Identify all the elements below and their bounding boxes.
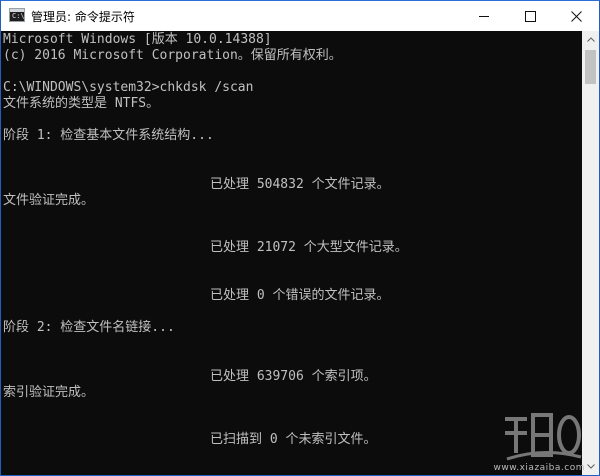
console-line: 已处理 21072 个大型文件记录。	[210, 240, 408, 255]
watermark-logo	[505, 413, 582, 461]
console-line: (c) 2016 Microsoft Corporation。保留所有权利。	[3, 48, 342, 63]
console-line: 已处理 0 个错误的文件记录。	[210, 288, 390, 303]
console-line: 阶段 2: 检查文件名链接...	[3, 320, 175, 335]
maximize-button[interactable]	[507, 1, 553, 31]
console-line: 索引验证完成。	[3, 385, 95, 400]
minimize-button[interactable]	[461, 1, 507, 31]
watermark-url: www.xiazaiba.com	[493, 463, 585, 473]
window-title: 管理员: 命令提示符	[31, 10, 135, 24]
console-line: 已处理 639706 个索引项。	[210, 369, 377, 384]
console-line: 文件验证完成。	[3, 193, 95, 208]
minimize-icon	[479, 15, 489, 17]
close-icon	[570, 10, 582, 22]
chevron-down-icon	[586, 464, 595, 469]
chevron-up-icon	[586, 37, 595, 42]
close-button[interactable]	[553, 1, 599, 31]
console-line: C:\WINDOWS\system32>chkdsk /scan	[3, 80, 254, 95]
console-line: Microsoft Windows [版本 10.0.14388]	[3, 32, 272, 47]
console-line: 文件系统的类型是 NTFS。	[3, 96, 160, 111]
title-bar[interactable]: C:\ 管理员: 命令提示符	[1, 1, 599, 31]
console-line: 已处理 504832 个文件记录。	[210, 177, 390, 192]
cmd-icon[interactable]: C:\	[9, 8, 25, 22]
cmd-icon-label: C:\	[12, 12, 25, 20]
console-line: 已扫描到 0 个未索引文件。	[210, 432, 377, 447]
scroll-thumb[interactable]	[585, 50, 596, 84]
command-prompt-window: C:\ 管理员: 命令提示符 Microsoft Windows [版本 10.…	[0, 0, 600, 476]
scroll-up-button[interactable]	[582, 31, 599, 48]
maximize-icon	[524, 10, 536, 22]
console-output[interactable]: Microsoft Windows [版本 10.0.14388] (c) 20…	[1, 31, 582, 475]
console-line: 阶段 1: 检查基本文件系统结构...	[3, 128, 214, 143]
